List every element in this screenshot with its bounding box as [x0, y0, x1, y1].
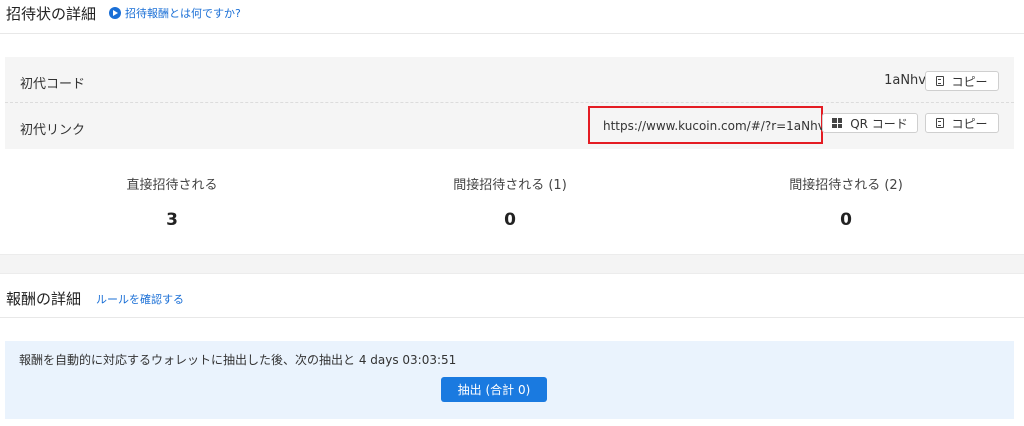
play-icon	[109, 7, 121, 19]
qr-code-button[interactable]: QR コード	[822, 113, 918, 133]
referral-code-panel: 初代コード 1aNhv コピー 初代リンク https://www.kucoin…	[5, 57, 1014, 149]
copy-link-button[interactable]: コピー	[925, 113, 999, 133]
stat-label: 間接招待される (1)	[453, 178, 567, 193]
stat-label: 間接招待される (2)	[789, 178, 903, 193]
copy-icon	[936, 118, 945, 128]
code-row: 初代コード 1aNhv コピー	[5, 57, 1014, 103]
copy-link-label: コピー	[951, 116, 988, 131]
qr-code-icon	[832, 118, 843, 128]
link-label: 初代リンク	[20, 123, 86, 138]
copy-icon	[936, 76, 945, 86]
stat-direct: 直接招待される 3	[22, 174, 322, 230]
copy-code-button[interactable]: コピー	[925, 71, 999, 91]
invitation-header: 招待状の詳細 招待報酬とは何ですか?	[0, 0, 1024, 34]
rules-link[interactable]: ルールを確認する	[96, 291, 184, 307]
stat-label: 直接招待される	[126, 178, 218, 193]
withdraw-info: 報酬を自動的に対応するウォレットに抽出した後、次の抽出と 4 days 03:0…	[19, 353, 457, 367]
code-label: 初代コード	[20, 77, 86, 92]
qr-code-label: QR コード	[850, 116, 908, 131]
help-link-label: 招待報酬とは何ですか?	[125, 7, 241, 20]
code-value: 1aNhv	[884, 73, 926, 88]
stat-value: 3	[166, 210, 178, 230]
rewards-header: 報酬の詳細 ルールを確認する	[0, 274, 1024, 318]
stat-indirect-1: 間接招待される (1) 0	[360, 174, 660, 230]
invitation-title: 招待状の詳細	[6, 5, 97, 23]
section-divider	[0, 254, 1024, 274]
withdraw-panel: 報酬を自動的に対応するウォレットに抽出した後、次の抽出と 4 days 03:0…	[5, 341, 1014, 419]
stat-indirect-2: 間接招待される (2) 0	[696, 174, 996, 230]
invitation-card: 招待状の詳細 招待報酬とは何ですか? 初代コード 1aNhv コピー 初代リンク…	[0, 0, 1024, 254]
stat-value: 0	[504, 210, 516, 230]
link-row: 初代リンク https://www.kucoin.com/#/?r=1aNhv …	[5, 103, 1014, 149]
help-link[interactable]: 招待報酬とは何ですか?	[109, 5, 241, 21]
rewards-card: 報酬の詳細 ルールを確認する 報酬を自動的に対応するウォレットに抽出した後、次の…	[0, 274, 1024, 426]
copy-code-label: コピー	[951, 74, 988, 89]
rewards-title: 報酬の詳細	[6, 290, 82, 308]
withdraw-button[interactable]: 抽出 (合計 0)	[441, 377, 547, 402]
link-value: https://www.kucoin.com/#/?r=1aNhv	[603, 119, 825, 133]
stat-value: 0	[840, 210, 852, 230]
